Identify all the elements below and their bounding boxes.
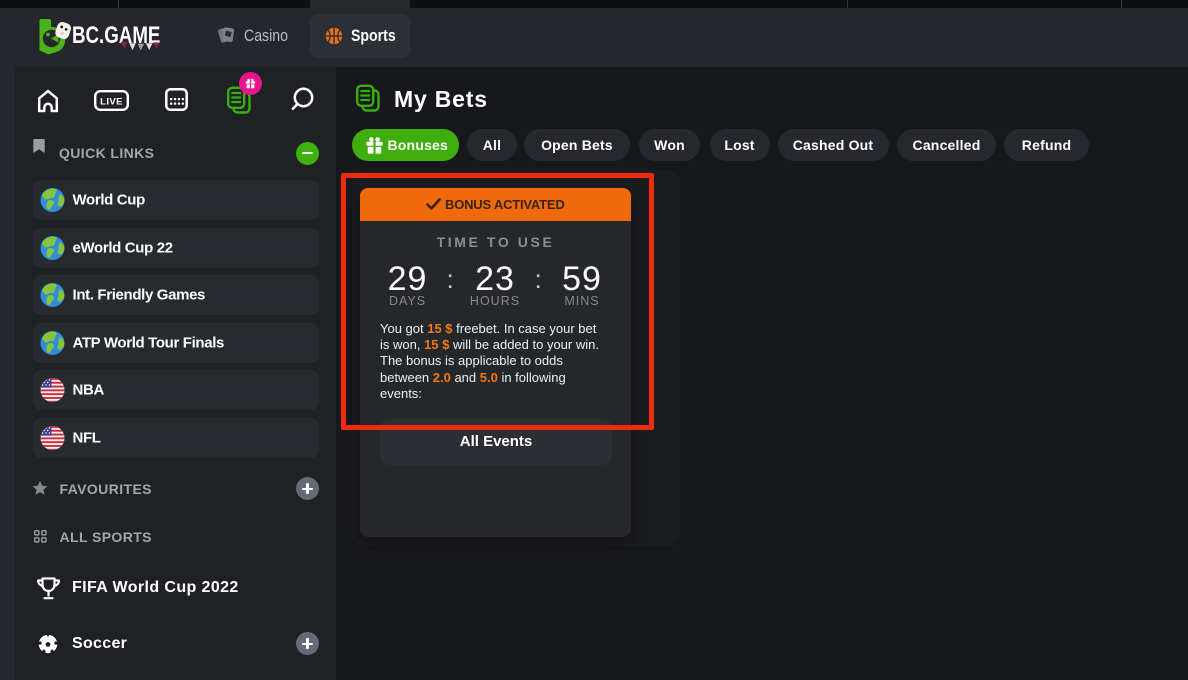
svg-text:LIVE: LIVE [100,97,123,108]
